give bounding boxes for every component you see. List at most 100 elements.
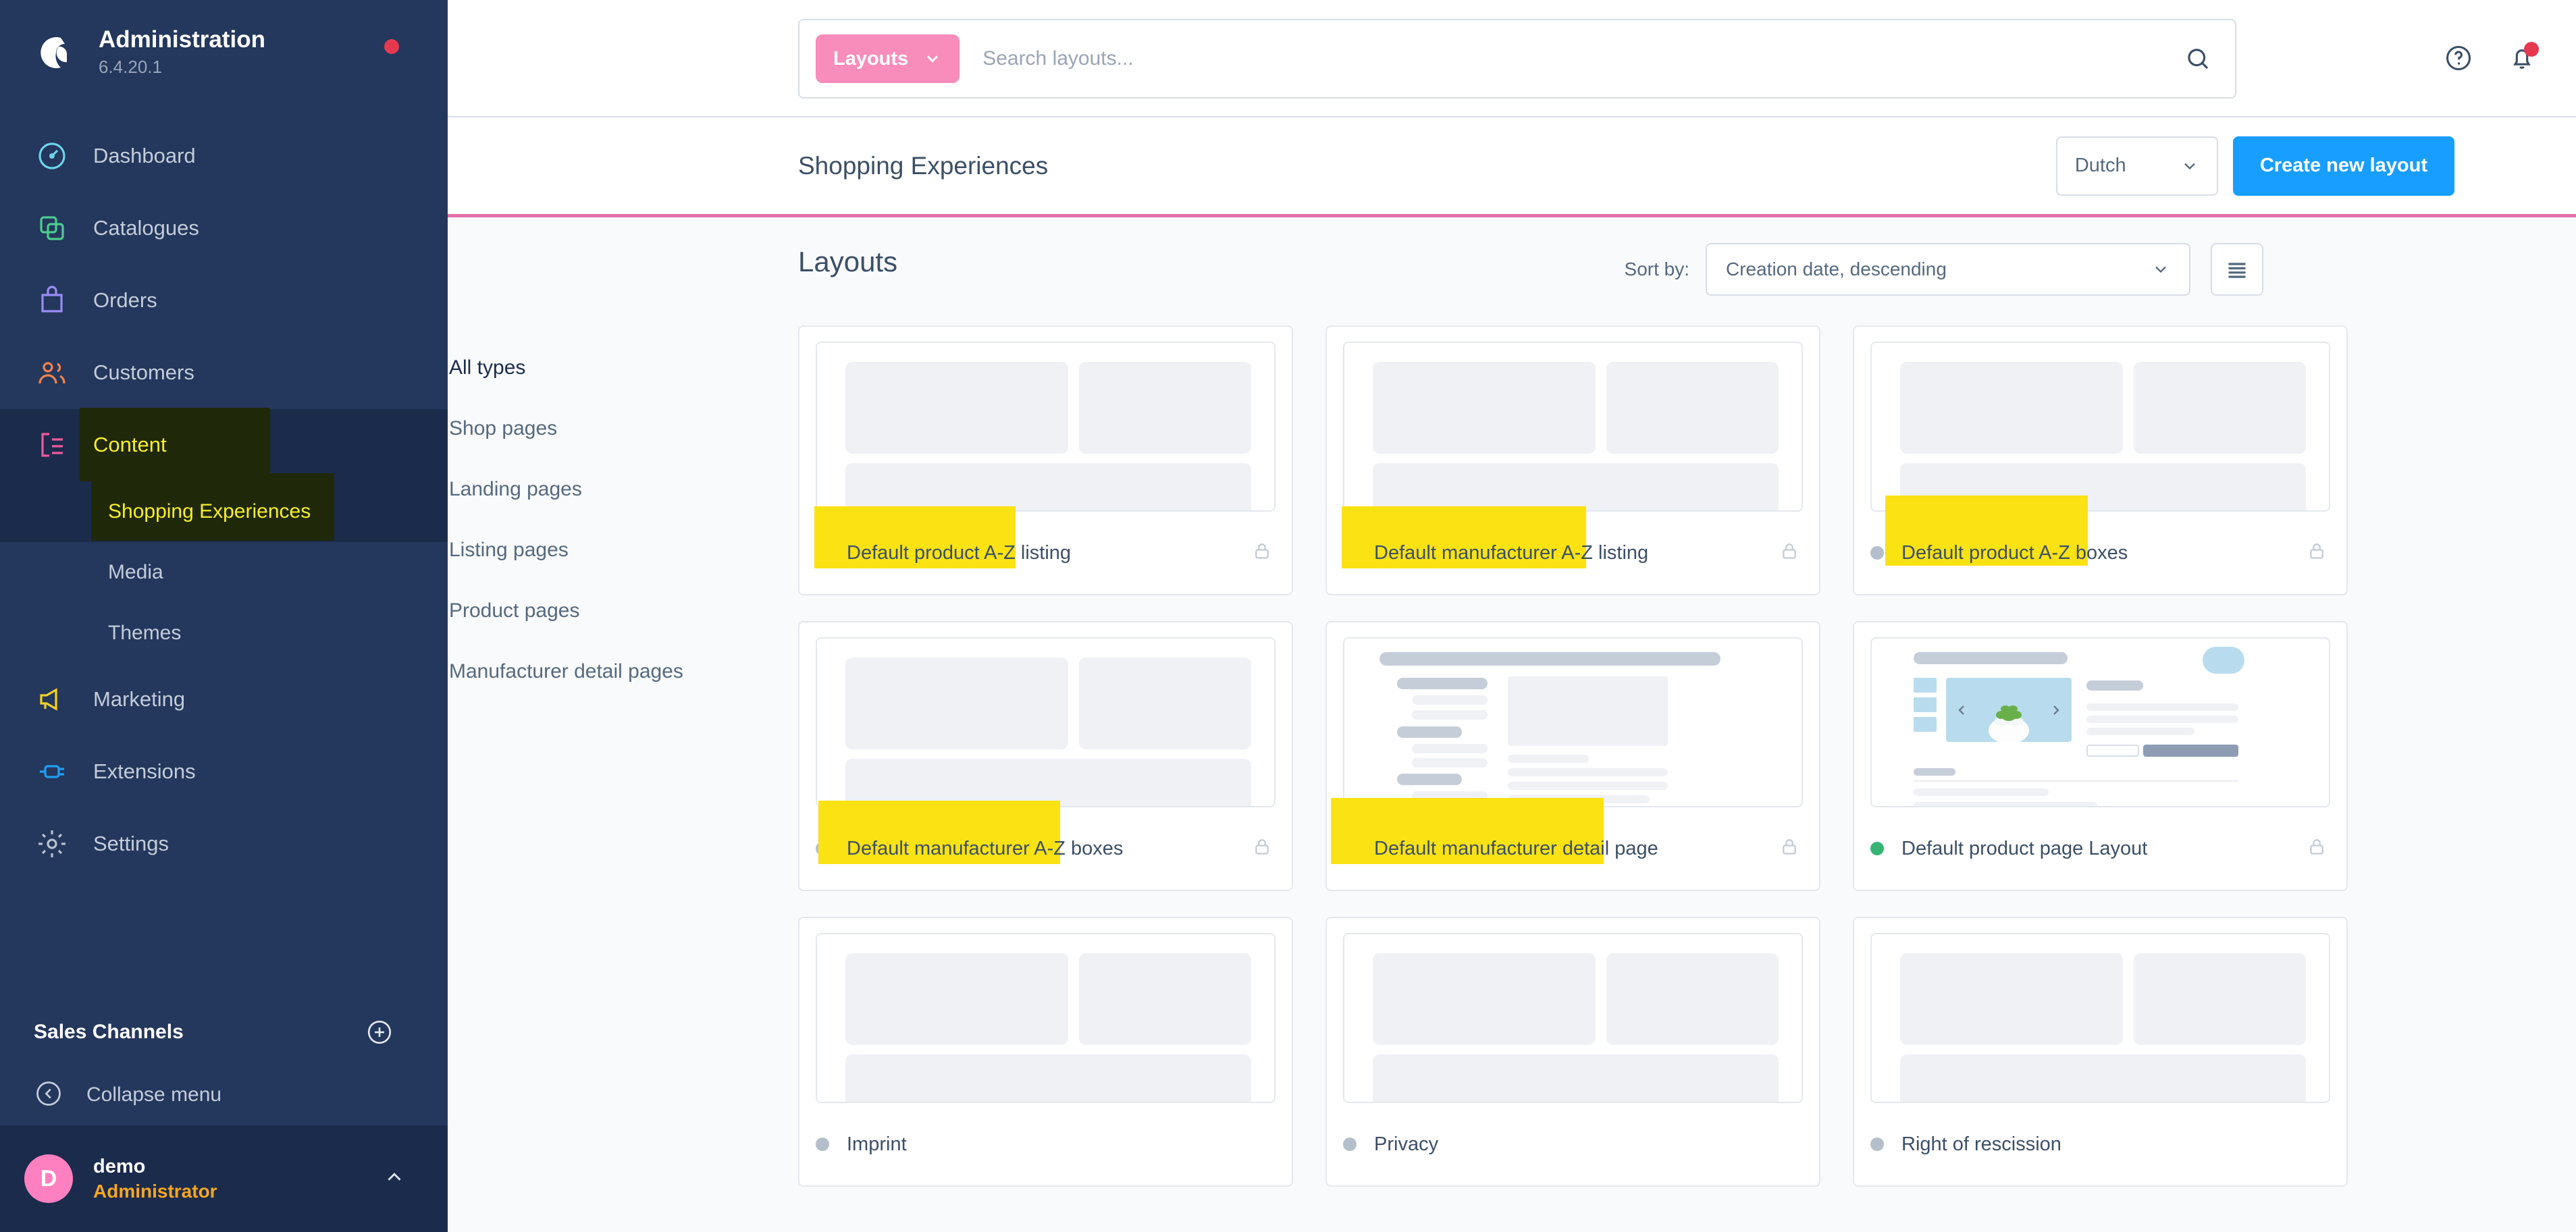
sidebar-item-themes[interactable]: Themes [0, 603, 448, 664]
layout-card[interactable]: Default product A-Z listing [798, 325, 1293, 595]
search-icon[interactable] [2184, 45, 2212, 73]
extensions-icon [34, 753, 70, 790]
layout-card[interactable]: Default manufacturer A-Z boxes [798, 621, 1293, 891]
layout-card[interactable]: Imprint [798, 917, 1293, 1187]
layout-card[interactable]: Right of rescission [1853, 917, 2348, 1187]
collapse-menu-label: Collapse menu [86, 1083, 222, 1106]
filter-shop-pages[interactable]: Shop pages [448, 398, 798, 459]
sidebar-item-marketing[interactable]: Marketing [0, 664, 448, 736]
layout-preview [1870, 342, 2330, 512]
sidebar-item-settings[interactable]: Settings [0, 808, 448, 880]
sidebar-item-shopping-experiences[interactable]: Shopping Experiences [0, 473, 448, 542]
sidebar-item-dashboard[interactable]: Dashboard [0, 120, 448, 192]
sidebar-item-orders[interactable]: Orders [0, 265, 448, 337]
sort-select[interactable]: Creation date, descending [1706, 243, 2190, 296]
layout-card[interactable]: Privacy [1325, 917, 1820, 1187]
lock-icon [1251, 836, 1273, 861]
user-role: Administrator [93, 1180, 217, 1202]
sidebar-item-label: Catalogues [93, 216, 199, 240]
sidebar-nav: Dashboard Catalogues Orders Customers Co… [0, 120, 448, 880]
dashboard-icon [34, 138, 70, 174]
layout-card[interactable]: Default product page Layout [1853, 621, 2348, 891]
sales-channels-header: Sales Channels [0, 1000, 448, 1065]
layouts-grid: Default product A-Z listing Default manu… [798, 317, 2576, 1187]
layout-title: Default manufacturer detail page [1374, 837, 1658, 859]
section-title: Layouts [798, 246, 898, 277]
sidebar-item-label: Content [93, 433, 167, 457]
layout-title: Imprint [847, 1133, 907, 1155]
layout-preview [1343, 637, 1803, 807]
status-dot [1870, 1137, 1884, 1151]
layout-card[interactable]: Default product A-Z boxes [1853, 325, 2348, 595]
content-icon [34, 427, 70, 463]
layout-title: Default product page Layout [1901, 837, 2148, 859]
sidebar-item-label: Settings [93, 832, 169, 856]
top-actions [2444, 42, 2539, 73]
layout-title: Default product A-Z listing [847, 541, 1072, 564]
search-scope-dropdown[interactable]: Layouts [816, 34, 960, 83]
content-area: Layouts Sort by: Creation date, descendi… [448, 217, 2576, 1187]
user-menu[interactable]: D demo Administrator [0, 1125, 448, 1232]
lock-icon [1779, 541, 1800, 566]
main-area: Layouts Search layouts... Shopping Exper… [448, 0, 2576, 1232]
lock-icon [2306, 541, 2328, 566]
layout-preview [1870, 637, 2330, 807]
filter-manufacturer-detail-pages[interactable]: Manufacturer detail pages [448, 641, 798, 702]
sidebar-item-extensions[interactable]: Extensions [0, 736, 448, 808]
sidebar-item-media[interactable]: Media [0, 542, 448, 603]
marketing-icon [34, 681, 70, 718]
chevron-down-icon [923, 49, 942, 68]
layout-preview [816, 933, 1276, 1103]
layout-title: Privacy [1374, 1133, 1439, 1155]
customers-icon [34, 354, 70, 391]
update-indicator-dot [384, 39, 399, 54]
layout-preview [1343, 933, 1803, 1103]
sidebar-item-label: Extensions [93, 759, 196, 784]
section-header: Layouts Sort by: Creation date, descendi… [448, 217, 2576, 317]
filter-all-types[interactable]: All types [448, 338, 798, 398]
layout-preview [816, 342, 1276, 512]
bell-icon[interactable] [2507, 42, 2539, 73]
layout-card-footer: Imprint [799, 1103, 1292, 1185]
type-filter-list: All types Shop pages Landing pages Listi… [448, 317, 798, 1187]
layout-card[interactable]: Default manufacturer A-Z listing [1325, 325, 1820, 595]
sidebar-item-customers[interactable]: Customers [0, 337, 448, 409]
filter-product-pages[interactable]: Product pages [448, 581, 798, 641]
sidebar-item-content[interactable]: Content [0, 407, 448, 482]
layout-card[interactable]: Default manufacturer detail page [1325, 621, 1820, 891]
layout-preview [1343, 342, 1803, 512]
sidebar-item-catalogues[interactable]: Catalogues [0, 192, 448, 265]
chevron-left-circle-icon [34, 1079, 63, 1112]
layout-card-footer: Default manufacturer detail page [1327, 798, 1819, 890]
status-dot [816, 546, 829, 560]
avatar: D [24, 1154, 73, 1203]
sidebar-item-label: Dashboard [93, 144, 196, 168]
search-input[interactable]: Search layouts... [982, 47, 2184, 70]
language-select[interactable]: Dutch [2055, 136, 2218, 196]
help-circle-icon[interactable] [2444, 43, 2473, 73]
orders-icon [34, 282, 70, 319]
sidebar-item-label: Customers [93, 360, 194, 385]
status-dot [1870, 842, 1884, 855]
layout-title: Right of rescission [1901, 1133, 2061, 1155]
sort-by-label: Sort by: [1624, 259, 1689, 279]
notification-badge-dot [2524, 42, 2539, 57]
collapse-menu-button[interactable]: Collapse menu [0, 1065, 448, 1125]
user-name: demo [93, 1156, 146, 1178]
filter-listing-pages[interactable]: Listing pages [448, 520, 798, 581]
chevron-up-icon [383, 1166, 406, 1192]
global-search[interactable]: Layouts Search layouts... [798, 19, 2236, 99]
filter-landing-pages[interactable]: Landing pages [448, 459, 798, 520]
list-view-icon[interactable] [2211, 243, 2263, 296]
section-tools: Sort by: Creation date, descending [1625, 243, 2263, 296]
chevron-down-icon [2151, 260, 2170, 279]
status-dot [1343, 1137, 1357, 1151]
create-new-layout-button[interactable]: Create new layout [2232, 136, 2454, 196]
status-dot [816, 842, 829, 855]
status-dot [1343, 546, 1357, 560]
brand-version: 6.4.20.1 [99, 57, 162, 78]
layout-card-footer: Default product A-Z boxes [1854, 496, 2346, 594]
layout-card-footer: Right of rescission [1854, 1103, 2346, 1185]
layout-preview [816, 637, 1276, 807]
plus-circle-icon[interactable] [365, 1018, 394, 1046]
